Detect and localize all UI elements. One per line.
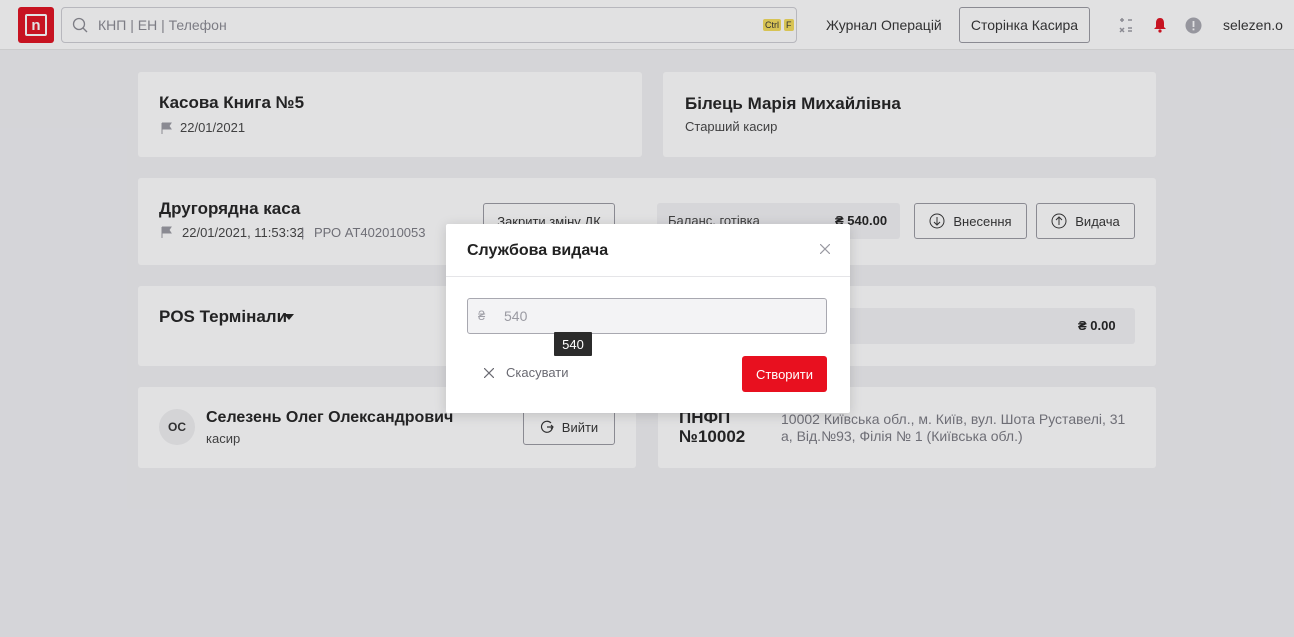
currency-icon: ₴ [478, 308, 486, 323]
cancel-label: Скасувати [506, 365, 569, 380]
amount-input[interactable] [504, 299, 804, 333]
amount-tooltip: 540 [554, 332, 592, 356]
modal-title: Службова видача [467, 242, 609, 259]
amount-field[interactable]: ₴ [467, 298, 827, 334]
cancel-button[interactable]: Скасувати [484, 365, 569, 380]
modal-divider [446, 276, 850, 277]
withdraw-modal: Службова видача ₴ Скасувати Створити [446, 224, 850, 413]
close-icon [484, 367, 494, 378]
create-button[interactable]: Створити [742, 356, 827, 392]
close-icon[interactable] [818, 242, 832, 256]
